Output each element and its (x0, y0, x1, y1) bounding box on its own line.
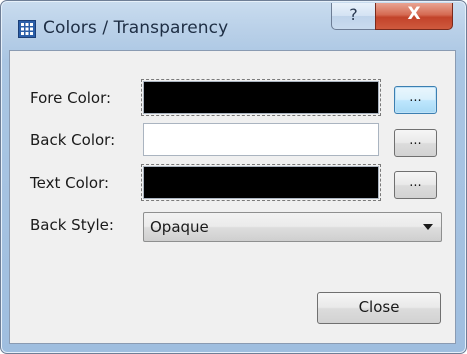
fore-color-pick-button[interactable]: ... (394, 86, 437, 114)
chevron-down-icon (423, 224, 433, 230)
back-style-label: Back Style: (30, 216, 114, 234)
dialog-body: Fore Color: ... Back Color: ... Text Col… (9, 50, 456, 344)
title-bar[interactable]: Colors / Transparency ? X (1, 1, 466, 49)
window-close-button[interactable]: X (375, 3, 453, 30)
back-style-select[interactable]: Opaque (143, 212, 442, 242)
close-button[interactable]: Close (317, 292, 441, 324)
colors-transparency-dialog: Colors / Transparency ? X Fore Color: ..… (0, 0, 467, 354)
back-color-swatch[interactable] (143, 123, 379, 156)
window-title: Colors / Transparency (43, 18, 229, 38)
text-color-label: Text Color: (30, 174, 110, 192)
back-style-selected-value: Opaque (150, 218, 209, 236)
back-color-label: Back Color: (30, 131, 116, 149)
close-icon: X (407, 4, 421, 24)
fore-color-label: Fore Color: (30, 89, 112, 107)
help-button[interactable]: ? (331, 3, 376, 30)
help-icon: ? (349, 5, 358, 24)
text-color-swatch[interactable] (141, 164, 381, 201)
back-color-pick-button[interactable]: ... (394, 129, 437, 157)
fore-color-swatch[interactable] (141, 79, 381, 116)
grid-app-icon (18, 20, 36, 38)
text-color-pick-button[interactable]: ... (394, 171, 437, 199)
